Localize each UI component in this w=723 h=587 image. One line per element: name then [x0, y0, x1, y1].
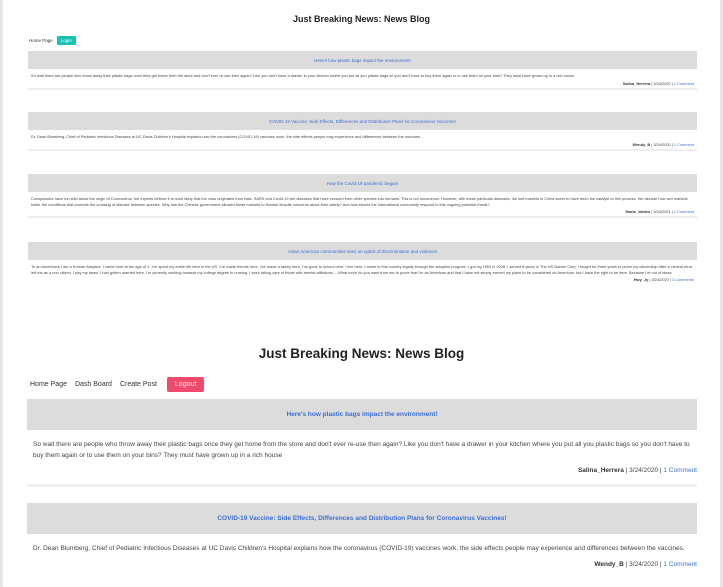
post-meta: Hwy_Jy | 3/24/2020 | 3 Comments: [633, 277, 694, 282]
post-author: Wendy_B: [632, 141, 651, 147]
post-meta: Wendy_B | 3/24/2020 | 1 Comment: [632, 141, 694, 147]
post-meta: Wendy_B | 3/24/2020 | 1 Comment: [594, 560, 697, 568]
post-body: Dr. Dean Blumberg, Chief of Pediatric In…: [33, 545, 685, 552]
post-author: Wendy_B: [594, 560, 624, 568]
post-title[interactable]: COVID-19 Vaccine: Side Effects, Differen…: [28, 112, 697, 130]
post-card: Here's how plastic bags impact the envir…: [27, 399, 697, 487]
post-date: 3/24/2020: [651, 277, 669, 282]
top-nav: Home Page Login: [29, 36, 76, 45]
post-card: How the Covid-19 pandemic began! Conspir…: [28, 174, 697, 218]
post-card: Here's how plastic bags impact the envir…: [28, 51, 697, 90]
top-nav: Home Page Dash Board Create Post Logout: [30, 377, 205, 392]
post-author: Maria_Valdes: [625, 209, 651, 214]
page-title: Just Breaking News: News Blog: [292, 14, 431, 24]
nav-dashboard-link[interactable]: Dash Board: [75, 381, 112, 388]
post-body: To an Americans I am a Korean Adoptee. I…: [31, 264, 693, 275]
post-body: So wait there are people who throw away …: [33, 441, 690, 459]
comments-link[interactable]: 1 Comment: [663, 561, 697, 568]
comments-link[interactable]: 1 Comment: [674, 209, 694, 214]
comments-link[interactable]: 1 Comment: [674, 142, 694, 147]
divider: [28, 148, 697, 151]
post-date: 3/24/2020: [629, 467, 659, 474]
post-card: Asian American communities sees an uptic…: [28, 242, 697, 282]
left-border: [0, 0, 3, 587]
post-title[interactable]: Here's how plastic bags impact the envir…: [27, 399, 697, 430]
post-card: COVID-19 Vaccine: Side Effects, Differen…: [27, 503, 697, 568]
nav-home-link[interactable]: Home Page: [30, 381, 67, 388]
divider: [28, 216, 697, 218]
page: Just Breaking News: News Blog Home Page …: [0, 0, 723, 587]
divider: [28, 87, 697, 90]
post-date: 3/24/2021: [653, 209, 671, 214]
post-title[interactable]: How the Covid-19 pandemic began!: [28, 174, 697, 192]
login-button[interactable]: Login: [56, 36, 76, 45]
post-meta: Maria_Valdes | 3/24/2021 | 1 Comment: [625, 209, 694, 214]
comments-link[interactable]: 1 Comment: [674, 81, 694, 86]
comments-link[interactable]: 1 Comment: [663, 467, 697, 474]
post-body: Dr. Dean Blumberg, Chief of Pediatric In…: [31, 134, 422, 139]
divider: [27, 484, 697, 487]
post-author: Salina_Herrera: [622, 80, 651, 86]
post-date: 3/24/2020: [653, 141, 671, 147]
post-date: 3/24/2020: [653, 80, 671, 86]
comments-link[interactable]: 3 Comments: [672, 277, 694, 282]
post-title[interactable]: Here's how plastic bags impact the envir…: [28, 51, 697, 69]
post-title[interactable]: Asian American communities sees an uptic…: [28, 242, 697, 260]
page-title: Just Breaking News: News Blog: [258, 346, 465, 361]
post-date: 3/24/2020: [629, 560, 659, 568]
post-meta: Salina_Herrera | 3/24/2020 | 1 Comment: [622, 80, 694, 86]
post-body: So wait there are people who throw away …: [31, 73, 575, 78]
post-card: COVID-19 Vaccine: Side Effects, Differen…: [28, 112, 697, 151]
post-title[interactable]: COVID-19 Vaccine: Side Effects, Differen…: [27, 503, 697, 534]
post-author: Salina_Herrera: [577, 467, 624, 474]
logout-button[interactable]: Logout: [166, 377, 205, 392]
nav-home-link[interactable]: Home Page: [29, 38, 53, 43]
nav-create-post-link[interactable]: Create Post: [120, 381, 157, 388]
post-author: Hwy_Jy: [633, 277, 649, 282]
post-meta: Salina_Herrera | 3/24/2020 | 1 Comment: [577, 467, 697, 474]
post-body: Conspiracies have run wild about the ori…: [31, 196, 688, 207]
